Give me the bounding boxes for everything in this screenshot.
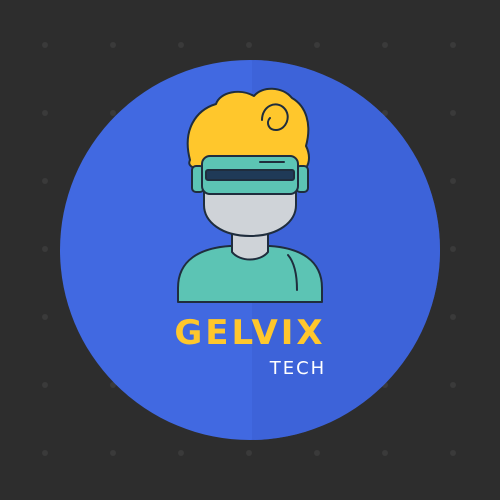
background-dot <box>382 450 388 456</box>
background-dot <box>42 314 48 320</box>
background-dot <box>42 450 48 456</box>
background-dot <box>450 382 456 388</box>
background-dot <box>110 110 116 116</box>
background-dot <box>42 382 48 388</box>
background-dot <box>178 450 184 456</box>
goggles-visor <box>205 169 295 181</box>
background-dot <box>246 42 252 48</box>
background-dot <box>450 110 456 116</box>
background-dot <box>450 246 456 252</box>
background-dot <box>42 42 48 48</box>
background-dot <box>450 450 456 456</box>
background-dot <box>110 42 116 48</box>
background-dot <box>110 450 116 456</box>
brand-tagline: TECH <box>269 358 326 379</box>
background-dot <box>42 178 48 184</box>
background-dot <box>42 246 48 252</box>
background-dot <box>314 42 320 48</box>
logo-canvas: GELVIX TECH <box>42 42 456 456</box>
background-dot <box>246 450 252 456</box>
brand-name: GELVIX <box>174 313 325 353</box>
background-dot <box>450 314 456 320</box>
background-dot <box>382 42 388 48</box>
background-dot <box>42 110 48 116</box>
background-dot <box>450 178 456 184</box>
background-dot <box>314 450 320 456</box>
background-dot <box>178 42 184 48</box>
background-dot <box>450 42 456 48</box>
